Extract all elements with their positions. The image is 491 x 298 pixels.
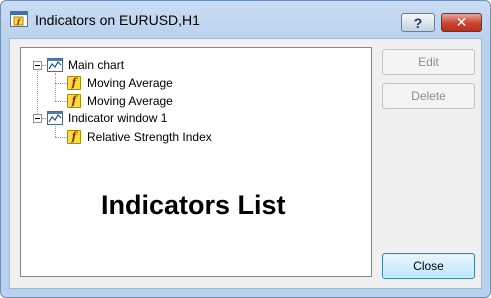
tree-node-main-chart[interactable]: Main chart <box>47 56 124 74</box>
chart-window-icon <box>47 111 63 125</box>
tree-node-label: Moving Average <box>87 94 173 108</box>
dialog-body: Main chart f Moving Average f Moving Ave… <box>9 38 482 289</box>
collapse-toggle-main-chart[interactable] <box>33 61 42 70</box>
indicators-window-icon: f <box>10 11 28 27</box>
indicator-function-icon: f <box>67 130 81 144</box>
indicators-tree[interactable]: Main chart f Moving Average f Moving Ave… <box>20 47 372 277</box>
tree-node-indicator-window-1[interactable]: Indicator window 1 <box>47 109 167 127</box>
tree-node-label: Indicator window 1 <box>68 111 168 125</box>
title-bar[interactable]: f Indicators on EURUSD,H1 ? ✕ <box>1 1 490 37</box>
tree-connector <box>42 118 46 119</box>
tree-node-label: Main chart <box>68 58 125 72</box>
collapse-toggle-indicator-window-1[interactable] <box>33 114 42 123</box>
help-icon: ? <box>413 14 423 31</box>
indicators-dialog: f Indicators on EURUSD,H1 ? ✕ Main chart… <box>0 0 491 298</box>
close-button[interactable]: Close <box>382 253 475 279</box>
edit-button[interactable]: Edit <box>382 49 475 75</box>
chart-window-icon <box>47 58 63 72</box>
tree-connector <box>55 126 56 137</box>
help-button[interactable]: ? <box>401 13 435 32</box>
tree-node-moving-average-2[interactable]: f Moving Average <box>67 92 173 110</box>
tree-node-label: Moving Average <box>87 76 173 90</box>
tree-node-label: Relative Strength Index <box>87 130 212 144</box>
tree-node-moving-average-1[interactable]: f Moving Average <box>67 74 173 92</box>
window-close-button[interactable]: ✕ <box>441 13 482 32</box>
tree-connector <box>37 65 38 118</box>
window-title: Indicators on EURUSD,H1 <box>35 12 200 28</box>
close-icon: ✕ <box>455 14 468 30</box>
delete-button[interactable]: Delete <box>382 83 475 109</box>
tree-connector <box>55 73 56 101</box>
indicator-function-icon: f <box>67 76 81 90</box>
indicator-function-icon: f <box>67 94 81 108</box>
indicators-list-caption: Indicators List <box>101 190 286 220</box>
tree-node-relative-strength-index[interactable]: f Relative Strength Index <box>67 128 212 146</box>
tree-connector <box>42 65 46 66</box>
